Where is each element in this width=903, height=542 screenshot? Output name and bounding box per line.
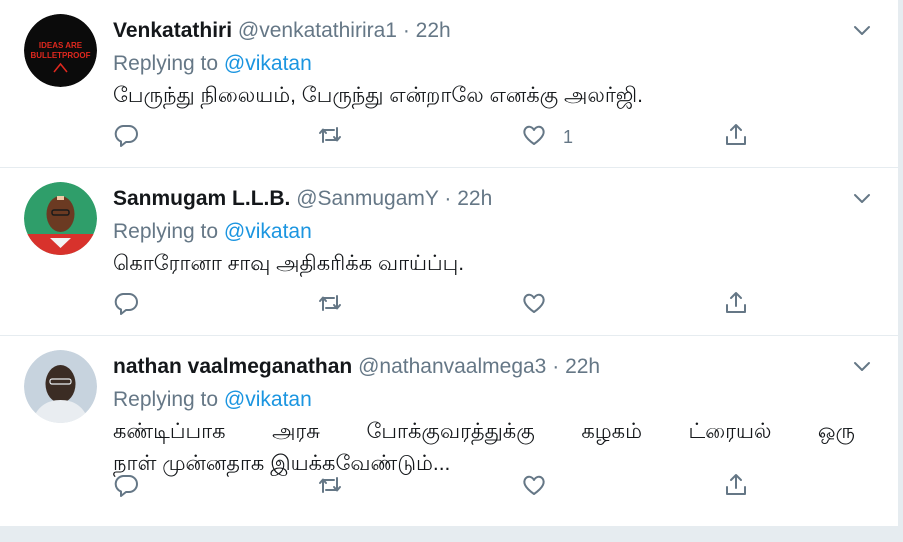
avatar-text-line: BULLETPROOF (31, 51, 91, 60)
replying-to-label: Replying to (113, 220, 219, 243)
user-handle[interactable]: @nathanvaalmega3 (358, 355, 546, 378)
tweet-actions (113, 290, 773, 320)
share-button[interactable] (723, 290, 749, 320)
tweet-text: பேருந்து நிலையம், பேருந்து என்றாலே எனக்க… (113, 80, 868, 112)
like-icon (521, 472, 547, 503)
timestamp[interactable]: 22h (565, 355, 600, 378)
reply-icon (113, 472, 139, 503)
user-handle[interactable]: @SanmugamY (296, 187, 438, 210)
avatar-text-line: IDEAS ARE (39, 41, 83, 50)
like-button[interactable] (521, 290, 547, 320)
retweet-button[interactable] (317, 472, 343, 502)
share-icon (723, 290, 749, 321)
display-name[interactable]: nathan vaalmeganathan (113, 355, 352, 378)
share-icon (723, 122, 749, 153)
avatar[interactable] (24, 182, 97, 255)
reply-timeline: IDEAS ARE BULLETPROOF Venkatathiri @venk… (0, 0, 898, 526)
avatar[interactable]: IDEAS ARE BULLETPROOF (24, 14, 97, 87)
caret-down-icon[interactable] (850, 18, 874, 42)
tweet-text-line: கண்டிப்பாக அரசு போக்குவரத்துக்கு கழகம் ட… (113, 420, 855, 443)
tweet-text: கண்டிப்பாக அரசு போக்குவரத்துக்கு கழகம் ட… (113, 416, 868, 480)
replying-to-handle[interactable]: @vikatan (224, 388, 312, 411)
share-button[interactable] (723, 472, 749, 502)
like-icon (521, 290, 547, 321)
tweet-text-line: கொரோனா சாவு அதிகரிக்க வாய்ப்பு. (113, 252, 465, 275)
tweet-actions: 1 (113, 122, 773, 152)
replying-to-handle[interactable]: @vikatan (224, 220, 312, 243)
display-name[interactable]: Sanmugam L.L.B. (113, 187, 290, 210)
share-button[interactable] (723, 122, 749, 152)
retweet-icon (317, 122, 343, 153)
retweet-button[interactable] (317, 290, 343, 320)
timestamp[interactable]: 22h (416, 19, 451, 42)
caret-down-icon[interactable] (850, 186, 874, 210)
retweet-icon (317, 290, 343, 321)
user-handle[interactable]: @venkatathirira1 (238, 19, 397, 42)
timestamp[interactable]: 22h (457, 187, 492, 210)
replying-to-label: Replying to (113, 52, 219, 75)
like-button[interactable]: 1 (521, 122, 573, 152)
tweet-actions (113, 472, 773, 502)
tweet-text-line: பேருந்து நிலையம், பேருந்து என்றாலே எனக்க… (113, 84, 643, 107)
like-button[interactable] (521, 472, 547, 502)
retweet-button[interactable] (317, 122, 343, 152)
separator-dot: · (444, 187, 452, 210)
tweet-text: கொரோனா சாவு அதிகரிக்க வாய்ப்பு. (113, 248, 868, 280)
replying-to-label: Replying to (113, 388, 219, 411)
avatar[interactable] (24, 350, 97, 423)
reply-icon (113, 122, 139, 153)
reply-tweet[interactable]: Sanmugam L.L.B. @SanmugamY · 22h Replyin… (0, 168, 898, 336)
display-name[interactable]: Venkatathiri (113, 19, 232, 42)
reply-tweet[interactable]: IDEAS ARE BULLETPROOF Venkatathiri @venk… (0, 0, 898, 168)
caret-down-icon[interactable] (850, 354, 874, 378)
replying-to-handle[interactable]: @vikatan (224, 52, 312, 75)
reply-button[interactable] (113, 472, 139, 502)
reply-button[interactable] (113, 122, 139, 152)
reply-icon (113, 290, 139, 321)
reply-tweet[interactable]: nathan vaalmeganathan @nathanvaalmega3 ·… (0, 336, 898, 526)
separator-dot: · (552, 355, 560, 378)
like-icon (521, 122, 547, 153)
retweet-icon (317, 472, 343, 503)
like-count: 1 (563, 126, 574, 147)
separator-dot: · (402, 19, 410, 42)
reply-button[interactable] (113, 290, 139, 320)
share-icon (723, 472, 749, 503)
